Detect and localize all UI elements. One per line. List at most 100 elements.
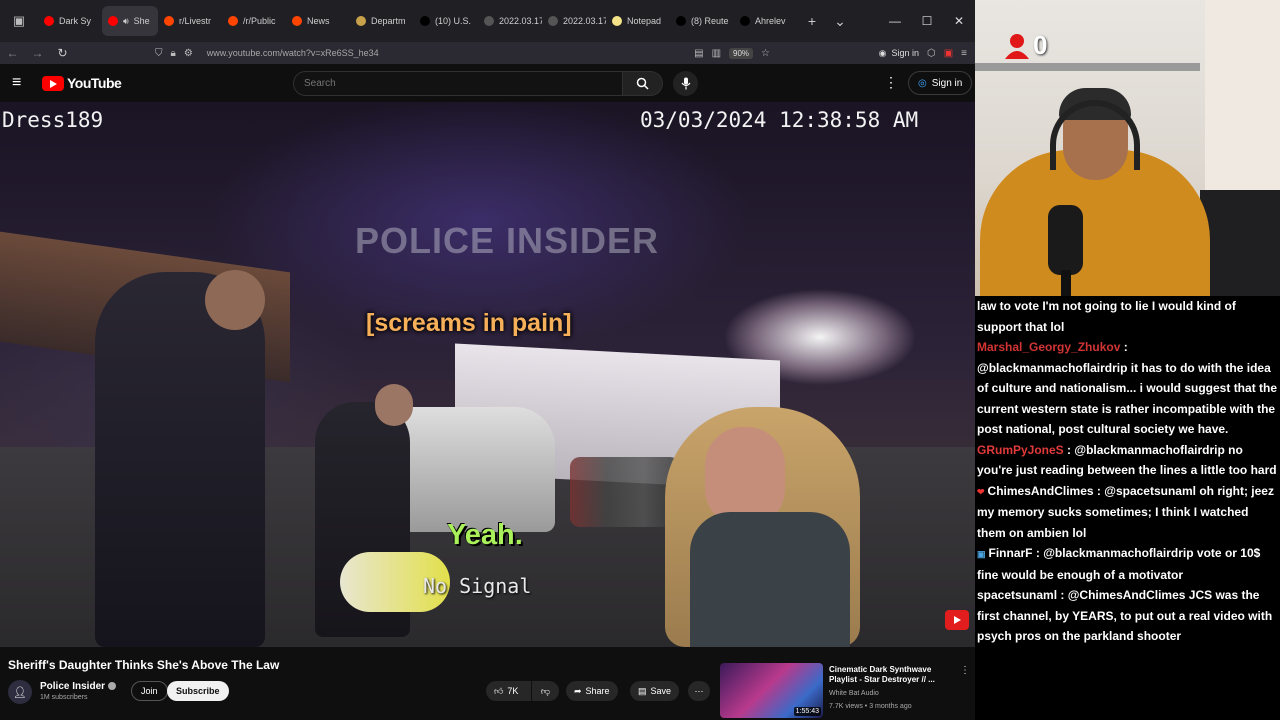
thumbs-down-icon: 👎︎ [540,685,551,696]
more-options-icon[interactable]: ⋮ [884,74,898,91]
tab-favicon-icon [164,16,174,26]
browser-tab[interactable]: Dark Sy [38,6,102,36]
microphone [1048,205,1083,275]
youtube-signin-button[interactable]: ◎ Sign in [908,71,973,95]
like-button[interactable]: 👍︎ 7K [486,681,531,701]
tab-favicon-icon [484,16,494,26]
chat-username[interactable]: GRumPyJoneS [977,443,1064,457]
app-menu-icon[interactable]: ≡ [961,48,967,59]
woman-shirt [690,512,850,647]
subscribe-button[interactable]: Subscribe [167,681,229,701]
channel-watermark: POLICE INSIDER [355,220,660,261]
browser-tab[interactable]: Notepad [606,6,670,36]
maximize-button[interactable]: ☐ [911,14,943,28]
channel-branding-icon[interactable] [945,610,969,630]
minimize-button[interactable]: — [879,14,911,28]
bodycam-id: Dress189 [2,108,104,132]
webcam-feed: 0 [975,0,1280,300]
hamburger-menu-icon[interactable]: ≡ [12,74,21,92]
chat-username[interactable]: spacetsunaml [977,588,1057,602]
browser-tab[interactable]: r/Livestr [158,6,222,36]
bookmark-star-icon[interactable]: ☆ [761,48,770,59]
tab-bar: ▣ Dark Sy 🔊︎ She ✕ r/Livestr/r/Public News Dep… [0,0,975,42]
chat-username[interactable]: Marshal_Georgy_Zhukov [977,340,1120,354]
channel-name[interactable]: Police Insider [40,681,117,692]
youtube-header: ≡ YouTube ⋮ ◎ Sign in [0,64,975,102]
search-button[interactable] [623,71,663,96]
join-button[interactable]: Join [131,681,168,701]
tab-label: r/Livestr [179,16,212,26]
browser-tab[interactable]: 2022.03.17- [542,6,606,36]
related-duration: 1:55:43 [793,707,821,716]
related-thumbnail[interactable]: 1:55:43 [720,663,823,718]
tab-favicon-icon [420,16,430,26]
reader-view-icon[interactable]: ▤ [694,48,703,59]
officer-middle-head [375,384,413,426]
voice-search-button[interactable] [673,71,698,96]
bodycam-timestamp: 03/03/2024 12:38:58 AM [640,108,919,132]
chat-message: spacetsunaml : @ChimesAndClimes JCS was … [977,585,1280,647]
screenshot-icon[interactable]: ▥ [712,48,721,59]
dislike-button[interactable]: 👎︎ [532,681,559,701]
chat-panel: law to vote I'm not going to lie I would… [975,296,1280,720]
tab-label: Dark Sy [59,16,92,26]
save-label: Save [650,686,672,696]
channel-avatar[interactable]: 👤︎ [8,680,32,704]
tab-favicon-icon [44,16,54,26]
tab-overview-icon[interactable]: ▣ [0,0,38,42]
reload-button[interactable]: ↻ [50,46,75,60]
extensions-icon[interactable]: ⬡ [927,48,936,59]
addon-icon[interactable]: ▣ [944,48,953,59]
browser-tab[interactable]: (8) Reute [670,6,734,36]
browser-tab[interactable]: Departm [350,6,414,36]
lock-icon[interactable]: 🔒︎ [171,48,176,59]
url-bar[interactable]: ⛉ 🔒︎ ⚙︎ www.youtube.com/watch?v=xRe6SS_h… [155,44,770,62]
share-button[interactable]: ➦ Share [566,681,618,701]
close-window-button[interactable]: ✕ [943,14,975,28]
wall-shelf [975,63,1200,71]
permissions-icon[interactable]: ⚙︎ [184,48,193,59]
zoom-level[interactable]: 90% [729,47,754,59]
chat-message: Marshal_Georgy_Zhukov : @blackmanmachofl… [977,337,1280,440]
chat-badge-icon: ❤ [977,486,985,497]
related-menu-icon[interactable]: ⋮ [960,665,970,676]
tab-favicon-icon [612,16,622,26]
back-button[interactable]: ← [0,46,25,60]
tab-list-chevron-icon[interactable]: ⌄ [826,13,854,30]
save-playlist-icon: ▤ [638,685,647,696]
video-title: Sheriff's Daughter Thinks She's Above Th… [8,658,280,672]
url-text[interactable]: www.youtube.com/watch?v=xRe6SS_he34 [207,48,686,58]
chat-message: law to vote I'm not going to lie I would… [977,296,1280,337]
chat-username[interactable]: FinnarF [989,546,1033,560]
related-title[interactable]: Cinematic Dark Synthwave Playlist - Star… [829,665,959,685]
related-video[interactable]: 1:55:43 Cinematic Dark Synthwave Playlis… [720,663,975,720]
shield-icon[interactable]: ⛉ [155,48,163,59]
related-channel[interactable]: White Bat Audio [829,690,879,697]
account-icon: ◉ [878,47,887,58]
forward-button[interactable]: → [25,46,50,60]
more-actions-button[interactable]: ⋯ [688,681,710,701]
youtube-logo[interactable]: YouTube [42,75,122,91]
tab-label: /r/Public [243,16,276,26]
browser-tab[interactable]: 🔊︎She✕ [102,6,158,36]
browser-tab[interactable]: Ahrelev [734,6,798,36]
user-count-icon [1005,33,1029,59]
tab-label: News [307,16,330,26]
officer-left-head [205,270,265,330]
stream-overlay: 0 law to vote I'm not going to lie I wou… [975,0,1280,720]
search-input[interactable] [293,71,623,96]
share-arrow-icon: ➦ [574,685,582,696]
save-button[interactable]: ▤ Save [630,681,680,701]
browser-tab[interactable]: News [286,6,350,36]
browser-tab[interactable]: 2022.03.17- [478,6,542,36]
new-tab-button[interactable]: + [798,13,826,29]
chat-username[interactable]: ChimesAndClimes [988,484,1094,498]
chat-message: GRumPyJoneS : @blackmanmachoflairdrip no… [977,440,1280,481]
viewer-counter: 0 [1003,30,1047,61]
browser-tab[interactable]: (10) U.S. [414,6,478,36]
browser-tab[interactable]: /r/Public [222,6,286,36]
audio-playing-icon[interactable]: 🔊︎ [123,16,129,27]
browser-account-button[interactable]: ◉ Sign in [879,48,919,59]
tab-label: 2022.03.17- [563,16,606,26]
video-player[interactable]: Dress189 03/03/2024 12:38:58 AM POLICE I… [0,102,975,647]
